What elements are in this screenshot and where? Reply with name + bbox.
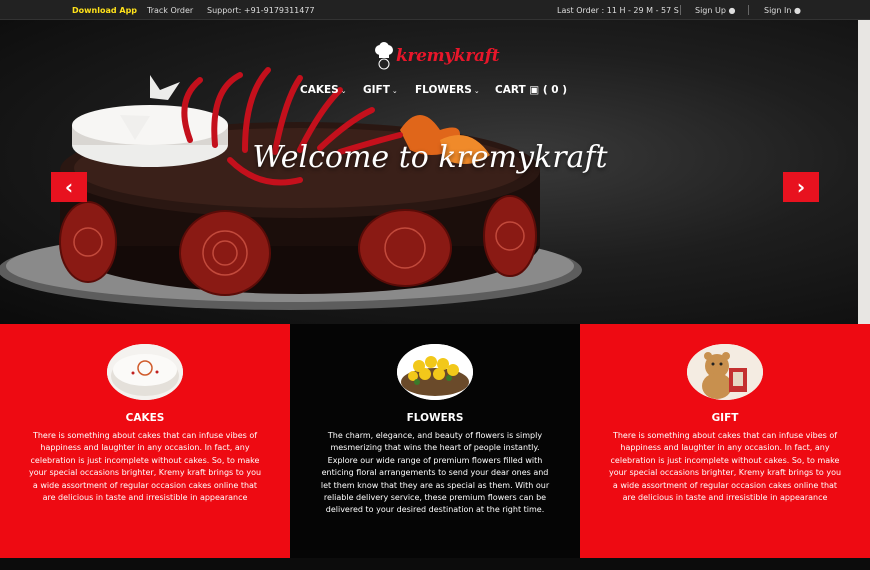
sign-in-link[interactable]: Sign In ●: [764, 6, 801, 15]
category-description: There is something about cakes that can …: [608, 431, 842, 503]
slider-next-button[interactable]: ›: [783, 172, 819, 202]
nav-gift[interactable]: GIFT ⌄: [363, 84, 398, 96]
hero-heading: Welcome to kremykraft: [252, 140, 608, 175]
nav-flowers-label: FLOWERS: [415, 84, 472, 96]
category-gift[interactable]: GIFT There is something about cakes that…: [580, 324, 870, 558]
hero-slider: kremykraft CAKES ⌄ GIFT ⌄ FLOWERS ⌄ CART ▣ …: [0, 20, 870, 324]
nav-cart-label: CART: [495, 84, 526, 96]
top-utility-bar: Download App Track Order Support: +91-91…: [0, 0, 870, 20]
user-icon: ●: [793, 6, 801, 15]
chevron-right-icon: ›: [796, 175, 806, 199]
last-order-timer: Last Order : 11 H - 29 M - 57 S: [557, 6, 679, 15]
category-title: CAKES: [125, 412, 165, 424]
sign-up-label: Sign Up: [695, 6, 726, 15]
sign-up-link[interactable]: Sign Up ●: [695, 6, 735, 15]
divider: [680, 5, 681, 15]
category-title: GIFT: [711, 412, 739, 424]
download-app-link[interactable]: Download App: [72, 6, 137, 15]
slider-prev-button[interactable]: ‹: [51, 172, 87, 202]
category-cakes[interactable]: CAKES There is something about cakes tha…: [0, 324, 290, 558]
brand-logo[interactable]: kremykraft: [374, 40, 500, 74]
cart-icon: ▣: [529, 84, 540, 96]
nav-gift-label: GIFT: [363, 84, 390, 96]
chevron-down-icon: ⌄: [391, 87, 398, 95]
user-icon: ●: [728, 6, 736, 15]
category-description: The charm, elegance, and beauty of flowe…: [320, 431, 550, 515]
brand-name: kremykraft: [396, 46, 500, 66]
nav-cart[interactable]: CART ▣ ( 0 ): [495, 84, 567, 96]
sign-in-label: Sign In: [764, 6, 792, 15]
page-footer-edge: [0, 558, 870, 570]
cakes-thumbnail: [107, 344, 183, 400]
support-phone: Support: +91-9179311477: [207, 6, 315, 15]
category-flowers[interactable]: FLOWERS The charm, elegance, and beauty …: [290, 324, 580, 558]
chef-hat-icon: [375, 42, 393, 70]
chevron-down-icon: ⌄: [473, 87, 480, 95]
chevron-left-icon: ‹: [64, 175, 74, 199]
flowers-thumbnail: [397, 344, 473, 400]
divider: [748, 5, 749, 15]
gift-thumbnail: [687, 344, 763, 400]
chevron-down-icon: ⌄: [340, 87, 347, 95]
category-description: There is something about cakes that can …: [28, 431, 262, 503]
nav-flowers[interactable]: FLOWERS ⌄: [415, 84, 480, 96]
cart-count: ( 0 ): [542, 84, 568, 96]
track-order-link[interactable]: Track Order: [147, 6, 193, 15]
nav-cakes-label: CAKES: [300, 84, 339, 96]
nav-cakes[interactable]: CAKES ⌄: [300, 84, 347, 96]
category-title: FLOWERS: [406, 412, 464, 424]
